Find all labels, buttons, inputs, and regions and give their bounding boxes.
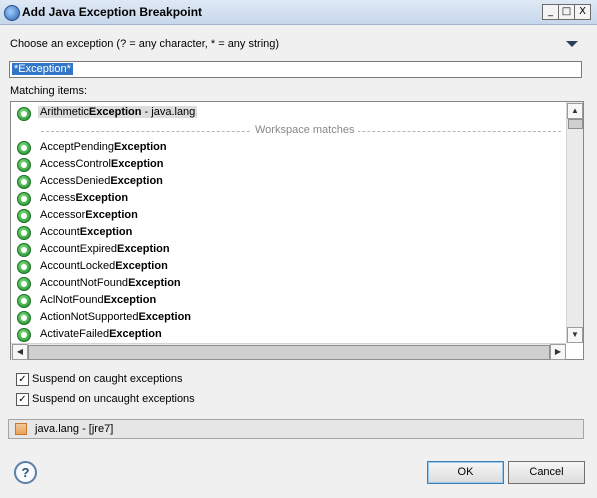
class-icon: [17, 158, 31, 172]
view-menu-icon[interactable]: [566, 41, 578, 47]
vertical-scrollbar[interactable]: ▲ ▼: [566, 102, 583, 343]
class-icon: [17, 107, 31, 121]
list-item[interactable]: AccountException: [11, 224, 567, 241]
matching-items-label: Matching items:: [10, 85, 88, 97]
class-icon: [17, 311, 31, 325]
eclipse-app-icon: [4, 5, 20, 21]
history-item[interactable]: ArithmeticException - java.lang: [11, 105, 567, 122]
package-status-bar: java.lang - [jre7]: [8, 419, 584, 439]
filter-selected-text[interactable]: *Exception*: [12, 63, 73, 75]
help-icon[interactable]: ?: [14, 461, 37, 484]
list-item[interactable]: ActionNotSupportedException: [11, 309, 567, 326]
list-item[interactable]: AccessorException: [11, 207, 567, 224]
class-icon: [17, 226, 31, 240]
close-button[interactable]: X: [574, 4, 591, 20]
class-icon: [17, 260, 31, 274]
scroll-left-icon[interactable]: ◀: [12, 344, 28, 360]
list-item[interactable]: AccountNotFoundException: [11, 275, 567, 292]
title-bar[interactable]: Add Java Exception Breakpoint _ □ X: [0, 0, 597, 25]
horizontal-scroll-thumb[interactable]: [28, 345, 550, 360]
cancel-button[interactable]: Cancel: [508, 461, 585, 484]
suspend-uncaught-label: Suspend on uncaught exceptions: [32, 393, 195, 405]
list-item[interactable]: AcceptPendingException: [11, 139, 567, 156]
class-icon: [17, 328, 31, 342]
ok-button[interactable]: OK: [427, 461, 504, 484]
class-icon: [17, 209, 31, 223]
list-item[interactable]: AclNotFoundException: [11, 292, 567, 309]
exception-filter-input[interactable]: *Exception*: [9, 61, 582, 78]
vertical-scroll-thumb[interactable]: [568, 119, 583, 129]
list-item[interactable]: AccessControlException: [11, 156, 567, 173]
scroll-down-icon[interactable]: ▼: [567, 327, 583, 343]
scroll-up-icon[interactable]: ▲: [567, 103, 583, 119]
horizontal-scrollbar[interactable]: ◀ ▶: [11, 343, 566, 360]
class-icon: [17, 294, 31, 308]
choose-exception-label: Choose an exception (? = any character, …: [10, 38, 280, 50]
window-title: Add Java Exception Breakpoint: [22, 5, 203, 19]
workspace-matches-separator: Workspace matches: [41, 124, 561, 137]
class-icon: [17, 277, 31, 291]
class-icon: [17, 192, 31, 206]
scroll-right-icon[interactable]: ▶: [550, 344, 566, 360]
matching-items-list[interactable]: ArithmeticException - java.lang Workspac…: [10, 101, 584, 360]
class-icon: [17, 243, 31, 257]
list-item[interactable]: AccountLockedException: [11, 258, 567, 275]
suspend-caught-checkbox[interactable]: ✓: [16, 373, 29, 386]
list-item[interactable]: AccessDeniedException: [11, 173, 567, 190]
package-icon: [15, 423, 27, 435]
package-label: java.lang - [jre7]: [35, 423, 114, 435]
suspend-uncaught-checkbox[interactable]: ✓: [16, 393, 29, 406]
class-icon: [17, 175, 31, 189]
class-icon: [17, 141, 31, 155]
list-item[interactable]: AccessException: [11, 190, 567, 207]
list-item[interactable]: ActivateFailedException: [11, 326, 567, 343]
suspend-caught-label: Suspend on caught exceptions: [32, 373, 183, 385]
list-item[interactable]: AccountExpiredException: [11, 241, 567, 258]
minimize-button[interactable]: _: [542, 4, 559, 20]
maximize-button[interactable]: □: [558, 4, 575, 20]
